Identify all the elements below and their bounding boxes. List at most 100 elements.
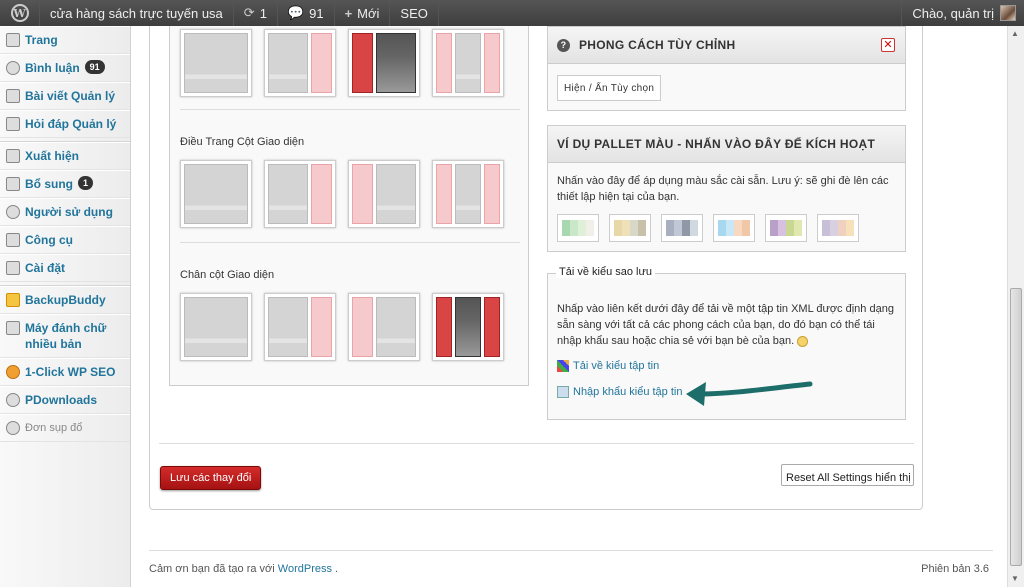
sidebar-item-users[interactable]: Người sử dụng bbox=[0, 198, 130, 226]
sidebar-item-tools[interactable]: Công cụ bbox=[0, 226, 130, 254]
layout-option-left-sidebar[interactable] bbox=[348, 160, 420, 228]
swatch-color bbox=[778, 220, 786, 236]
swatch-color bbox=[682, 220, 690, 236]
typewriter-icon bbox=[6, 321, 20, 335]
sidebar-item-appearance[interactable]: Xuất hiện bbox=[0, 142, 130, 170]
layout-option-right-sidebar[interactable] bbox=[264, 160, 336, 228]
layout-option-full[interactable] bbox=[180, 29, 252, 97]
sidebar-item-posts-manage[interactable]: Bài viết Quản lý bbox=[0, 82, 130, 110]
layout-option-left-sidebar-selected[interactable] bbox=[348, 29, 420, 97]
palette-swatch[interactable] bbox=[557, 214, 599, 242]
help-icon[interactable]: ? bbox=[557, 38, 570, 52]
palette-swatch[interactable] bbox=[817, 214, 859, 242]
backup-description-text: Nhấp vào liên kết dưới đây để tải về một… bbox=[557, 303, 894, 347]
scrollbar-thumb[interactable] bbox=[1010, 288, 1022, 566]
avatar bbox=[1000, 5, 1016, 21]
layout-option-both-sidebars[interactable] bbox=[432, 160, 504, 228]
wordpress-link[interactable]: WordPress bbox=[278, 563, 332, 575]
sidebar-item-seo[interactable]: 1-Click WP SEO bbox=[0, 358, 130, 386]
plugin-icon bbox=[6, 177, 20, 191]
swatch-color bbox=[838, 220, 846, 236]
swatch-color bbox=[822, 220, 830, 236]
options-panel: Điều Trang Cột Giao diện Chân cột Giao d… bbox=[149, 26, 923, 510]
admin-sidebar: Trang Bình luận 91 Bài viết Quản lý Hỏi … bbox=[0, 26, 131, 587]
section-divider bbox=[180, 109, 520, 110]
header-layout-row bbox=[180, 29, 504, 97]
close-icon[interactable]: ✕ bbox=[881, 38, 895, 52]
collapse-icon bbox=[6, 421, 20, 435]
scroll-up-arrow[interactable]: ▲ bbox=[1011, 29, 1019, 38]
reset-all-settings-button[interactable]: Reset All Settings hiển thị bbox=[781, 464, 914, 486]
sidebar-item-label: Đơn sụp đổ bbox=[25, 422, 83, 434]
swatch-color bbox=[578, 220, 586, 236]
sidebar-item-plugins[interactable]: Bổ sung 1 bbox=[0, 170, 130, 198]
sidebar-item-label: Trang bbox=[25, 33, 58, 47]
swatch-color bbox=[786, 220, 794, 236]
new-content-button[interactable]: + Mới bbox=[335, 0, 391, 26]
column-nav-label: Điều Trang Cột Giao diện bbox=[180, 136, 305, 148]
layout-option-left-sidebar[interactable] bbox=[348, 293, 420, 361]
swatch-color bbox=[674, 220, 682, 236]
scroll-down-arrow[interactable]: ▼ bbox=[1011, 574, 1019, 583]
sidebar-item-pages[interactable]: Trang bbox=[0, 26, 130, 54]
layout-option-full[interactable] bbox=[180, 293, 252, 361]
sidebar-item-comments[interactable]: Bình luận 91 bbox=[0, 54, 130, 82]
seo-button[interactable]: SEO bbox=[390, 0, 439, 26]
sidebar-item-label: Hỏi đáp Quản lý bbox=[25, 117, 117, 131]
layout-option-right-sidebar[interactable] bbox=[264, 29, 336, 97]
backup-styles-fieldset: Tải về kiểu sao lưu Nhấp vào liên kết dư… bbox=[547, 266, 906, 420]
page-icon bbox=[6, 33, 20, 47]
download-style-link[interactable]: Tải về kiểu tập tin bbox=[557, 360, 659, 372]
sidebar-item-backupbuddy[interactable]: BackupBuddy bbox=[0, 286, 130, 314]
import-style-link[interactable]: Nhập khẩu kiểu tập tin bbox=[557, 386, 682, 398]
custom-style-header: ? PHONG CÁCH TÙY CHỈNH bbox=[548, 27, 905, 64]
adminbar-spacer bbox=[439, 0, 901, 26]
backup-icon bbox=[6, 293, 20, 307]
swatch-color bbox=[630, 220, 638, 236]
updates-button[interactable]: ⟳ 1 bbox=[234, 0, 278, 26]
layout-option-both-sidebars[interactable] bbox=[432, 29, 504, 97]
save-changes-button[interactable]: Lưu các thay đổi bbox=[160, 466, 262, 490]
download-icon bbox=[557, 360, 569, 372]
annotation-arrow bbox=[686, 381, 813, 406]
page-scrollbar[interactable]: ▲ ▼ bbox=[1007, 26, 1024, 587]
gear-icon bbox=[6, 393, 20, 407]
version-text: Phiên bản 3.6 bbox=[921, 563, 989, 575]
seo-icon bbox=[6, 365, 20, 379]
sidebar-item-faq-manage[interactable]: Hỏi đáp Quản lý bbox=[0, 110, 130, 138]
posts-icon bbox=[6, 89, 20, 103]
greeting-text: Chào, quản trị bbox=[912, 5, 994, 21]
palette-swatch[interactable] bbox=[661, 214, 703, 242]
swatch-color bbox=[726, 220, 734, 236]
toggle-options-button[interactable]: Hiện / Ẩn Tùy chọn bbox=[557, 75, 662, 101]
settings-icon bbox=[6, 261, 20, 275]
sidebar-item-label: Bài viết Quản lý bbox=[25, 89, 116, 103]
site-name-link[interactable]: cửa hàng sách trực tuyến usa bbox=[40, 0, 234, 26]
wordpress-icon: W bbox=[10, 4, 29, 22]
faq-icon bbox=[6, 117, 20, 131]
wordpress-logo-button[interactable]: W bbox=[0, 0, 40, 26]
account-menu[interactable]: Chào, quản trị bbox=[901, 0, 1024, 26]
palette-swatch[interactable] bbox=[713, 214, 755, 242]
palette-swatch[interactable] bbox=[609, 214, 651, 242]
palette-swatch[interactable] bbox=[765, 214, 807, 242]
layout-options-column: Điều Trang Cột Giao diện Chân cột Giao d… bbox=[169, 26, 529, 386]
layout-option-both-sidebars-selected[interactable] bbox=[432, 293, 504, 361]
swatch-color bbox=[570, 220, 578, 236]
sidebar-item-typewriter[interactable]: Máy đánh chữ nhiều bản bbox=[0, 314, 130, 358]
swatch-color bbox=[562, 220, 570, 236]
download-style-label: Tải về kiểu tập tin bbox=[573, 360, 660, 372]
sidebar-item-pdownloads[interactable]: PDownloads bbox=[0, 386, 130, 414]
swatch-color bbox=[690, 220, 698, 236]
collapse-menu-button[interactable]: Đơn sụp đổ bbox=[0, 414, 130, 442]
sidebar-item-label: Công cụ bbox=[25, 233, 73, 247]
palette-header[interactable]: VÍ DỤ PALLET MÀU - NHẤN VÀO ĐÂY ĐỂ KÍCH … bbox=[548, 126, 905, 163]
footer-thanks: Cảm ơn bạn đã tạo ra với WordPress . bbox=[149, 563, 338, 575]
sidebar-item-label: PDownloads bbox=[25, 393, 98, 407]
sidebar-item-settings[interactable]: Cài đặt bbox=[0, 254, 130, 282]
comments-button[interactable]: 💬 91 bbox=[278, 0, 335, 26]
swatch-color bbox=[586, 220, 594, 236]
layout-option-full[interactable] bbox=[180, 160, 252, 228]
layout-option-right-sidebar[interactable] bbox=[264, 293, 336, 361]
new-label: Mới bbox=[357, 5, 380, 21]
